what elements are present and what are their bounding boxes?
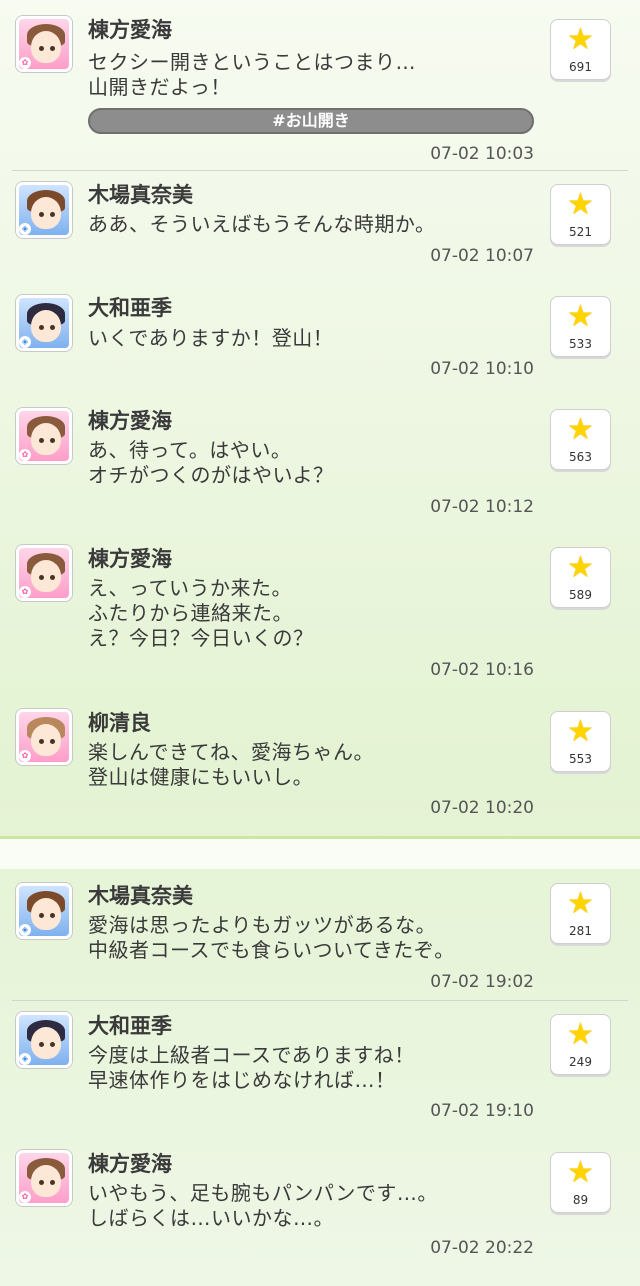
thread-separator (0, 836, 640, 869)
poster-name: 棟方愛海 (88, 547, 172, 571)
poster-name: 大和亜季 (88, 1014, 172, 1038)
like-button[interactable]: ★ 553 (550, 711, 611, 772)
poster-name: 棟方愛海 (88, 409, 172, 433)
post-3: ◈ 大和亜季 いくでありますか！登山！ 07-02 10:10 ★ 533 (0, 284, 640, 396)
star-icon: ★ (567, 1155, 594, 1190)
post-timestamp: 07-02 10:07 (430, 246, 534, 266)
like-button[interactable]: ★ 89 (550, 1152, 611, 1213)
post-4: ✿ 棟方愛海 あ、待って。はやい。 オチがつくのがはやいよ？ 07-02 10:… (0, 396, 640, 532)
diamond-icon: ◈ (19, 924, 31, 936)
avatar[interactable]: ✿ (16, 545, 72, 601)
like-count: 553 (569, 752, 592, 766)
like-button[interactable]: ★ 563 (550, 409, 611, 470)
star-icon: ★ (567, 550, 594, 585)
post-timestamp: 07-02 10:03 (430, 144, 534, 164)
avatar[interactable]: ◈ (16, 182, 72, 238)
star-icon: ★ (567, 299, 594, 334)
avatar[interactable]: ◈ (16, 883, 72, 939)
post-7: ◈ 木場真奈美 愛海は思ったよりもガッツがあるな。 中級者コースでも食らいついて… (0, 866, 640, 1000)
star-icon: ★ (567, 412, 594, 447)
poster-name: 棟方愛海 (88, 1152, 172, 1176)
post-2: ◈ 木場真奈美 ああ、そういえばもうそんな時期か。 07-02 10:07 ★ … (0, 171, 640, 283)
post-text: いやもう、足も腕もパンパンです…。 しばらくは…いいかな…。 (88, 1181, 438, 1230)
post-timestamp: 07-02 10:20 (430, 798, 534, 818)
flower-icon: ✿ (19, 750, 31, 762)
like-count: 281 (569, 924, 592, 938)
flower-icon: ✿ (19, 57, 31, 69)
like-button[interactable]: ★ 521 (550, 184, 611, 245)
like-count: 563 (569, 450, 592, 464)
post-1: ✿ 棟方愛海 セクシー開きということはつまり… 山開きだよっ！ #お山開き 07… (0, 0, 640, 170)
star-icon: ★ (567, 187, 594, 222)
poster-name: 柳清良 (88, 711, 151, 735)
flower-icon: ✿ (19, 586, 31, 598)
like-count: 249 (569, 1055, 592, 1069)
star-icon: ★ (567, 22, 594, 57)
post-text: セクシー開きということはつまり… 山開きだよっ！ (88, 50, 416, 99)
avatar[interactable]: ✿ (16, 408, 72, 464)
post-thread-1: ✿ 棟方愛海 セクシー開きということはつまり… 山開きだよっ！ #お山開き 07… (0, 0, 640, 838)
like-count: 589 (569, 588, 592, 602)
post-9: ✿ 棟方愛海 いやもう、足も腕もパンパンです…。 しばらくは…いいかな…。 07… (0, 1139, 640, 1286)
post-timestamp: 07-02 10:10 (430, 359, 534, 379)
post-text: 愛海は思ったよりもガッツがあるな。 中級者コースでも食らいついてきたぞ。 (88, 913, 455, 962)
avatar[interactable]: ✿ (16, 16, 72, 72)
like-button[interactable]: ★ 249 (550, 1014, 611, 1075)
like-button[interactable]: ★ 589 (550, 547, 611, 608)
hashtag-button[interactable]: #お山開き (88, 108, 534, 134)
post-text: あ、待って。はやい。 オチがつくのがはやいよ？ (88, 438, 334, 487)
post-text: 今度は上級者コースでありますね！ 早速体作りをはじめなければ…！ (88, 1043, 415, 1092)
like-count: 533 (569, 337, 592, 351)
poster-name: 大和亜季 (88, 296, 172, 320)
flower-icon: ✿ (19, 449, 31, 461)
post-text: 楽しんできてね、愛海ちゃん。 登山は健康にもいいし。 (88, 740, 374, 789)
post-timestamp: 07-02 19:02 (430, 972, 534, 992)
like-button[interactable]: ★ 281 (550, 883, 611, 944)
diamond-icon: ◈ (19, 336, 31, 348)
like-button[interactable]: ★ 533 (550, 296, 611, 357)
post-timestamp: 07-02 20:22 (430, 1238, 534, 1258)
avatar[interactable]: ✿ (16, 1150, 72, 1206)
post-8: ◈ 大和亜季 今度は上級者コースでありますね！ 早速体作りをはじめなければ…！ … (0, 1001, 640, 1139)
post-text: いくでありますか！登山！ (88, 326, 334, 350)
diamond-icon: ◈ (19, 223, 31, 235)
diamond-icon: ◈ (19, 1053, 31, 1065)
poster-name: 木場真奈美 (88, 884, 193, 908)
post-timestamp: 07-02 10:16 (430, 660, 534, 680)
avatar[interactable]: ✿ (16, 709, 72, 765)
star-icon: ★ (567, 714, 594, 749)
post-timestamp: 07-02 10:12 (430, 497, 534, 517)
flower-icon: ✿ (19, 1191, 31, 1203)
poster-name: 木場真奈美 (88, 183, 193, 207)
post-6: ✿ 柳清良 楽しんできてね、愛海ちゃん。 登山は健康にもいいし。 07-02 1… (0, 697, 640, 837)
post-5: ✿ 棟方愛海 え、っていうか来た。 ふたりから連絡来た。 え？今日？今日いくの？… (0, 533, 640, 697)
like-count: 89 (572, 1193, 589, 1207)
like-button[interactable]: ★ 691 (550, 19, 611, 80)
post-timestamp: 07-02 19:10 (430, 1101, 534, 1121)
post-text: ああ、そういえばもうそんな時期か。 (88, 212, 436, 236)
star-icon: ★ (567, 886, 594, 921)
post-thread-2: ◈ 木場真奈美 愛海は思ったよりもガッツがあるな。 中級者コースでも食らいついて… (0, 866, 640, 1286)
avatar[interactable]: ◈ (16, 295, 72, 351)
star-icon: ★ (567, 1017, 594, 1052)
like-count: 691 (569, 60, 592, 74)
poster-name: 棟方愛海 (88, 18, 172, 42)
post-text: え、っていうか来た。 ふたりから連絡来た。 え？今日？今日いくの？ (88, 576, 314, 650)
like-count: 521 (569, 225, 592, 239)
avatar[interactable]: ◈ (16, 1012, 72, 1068)
